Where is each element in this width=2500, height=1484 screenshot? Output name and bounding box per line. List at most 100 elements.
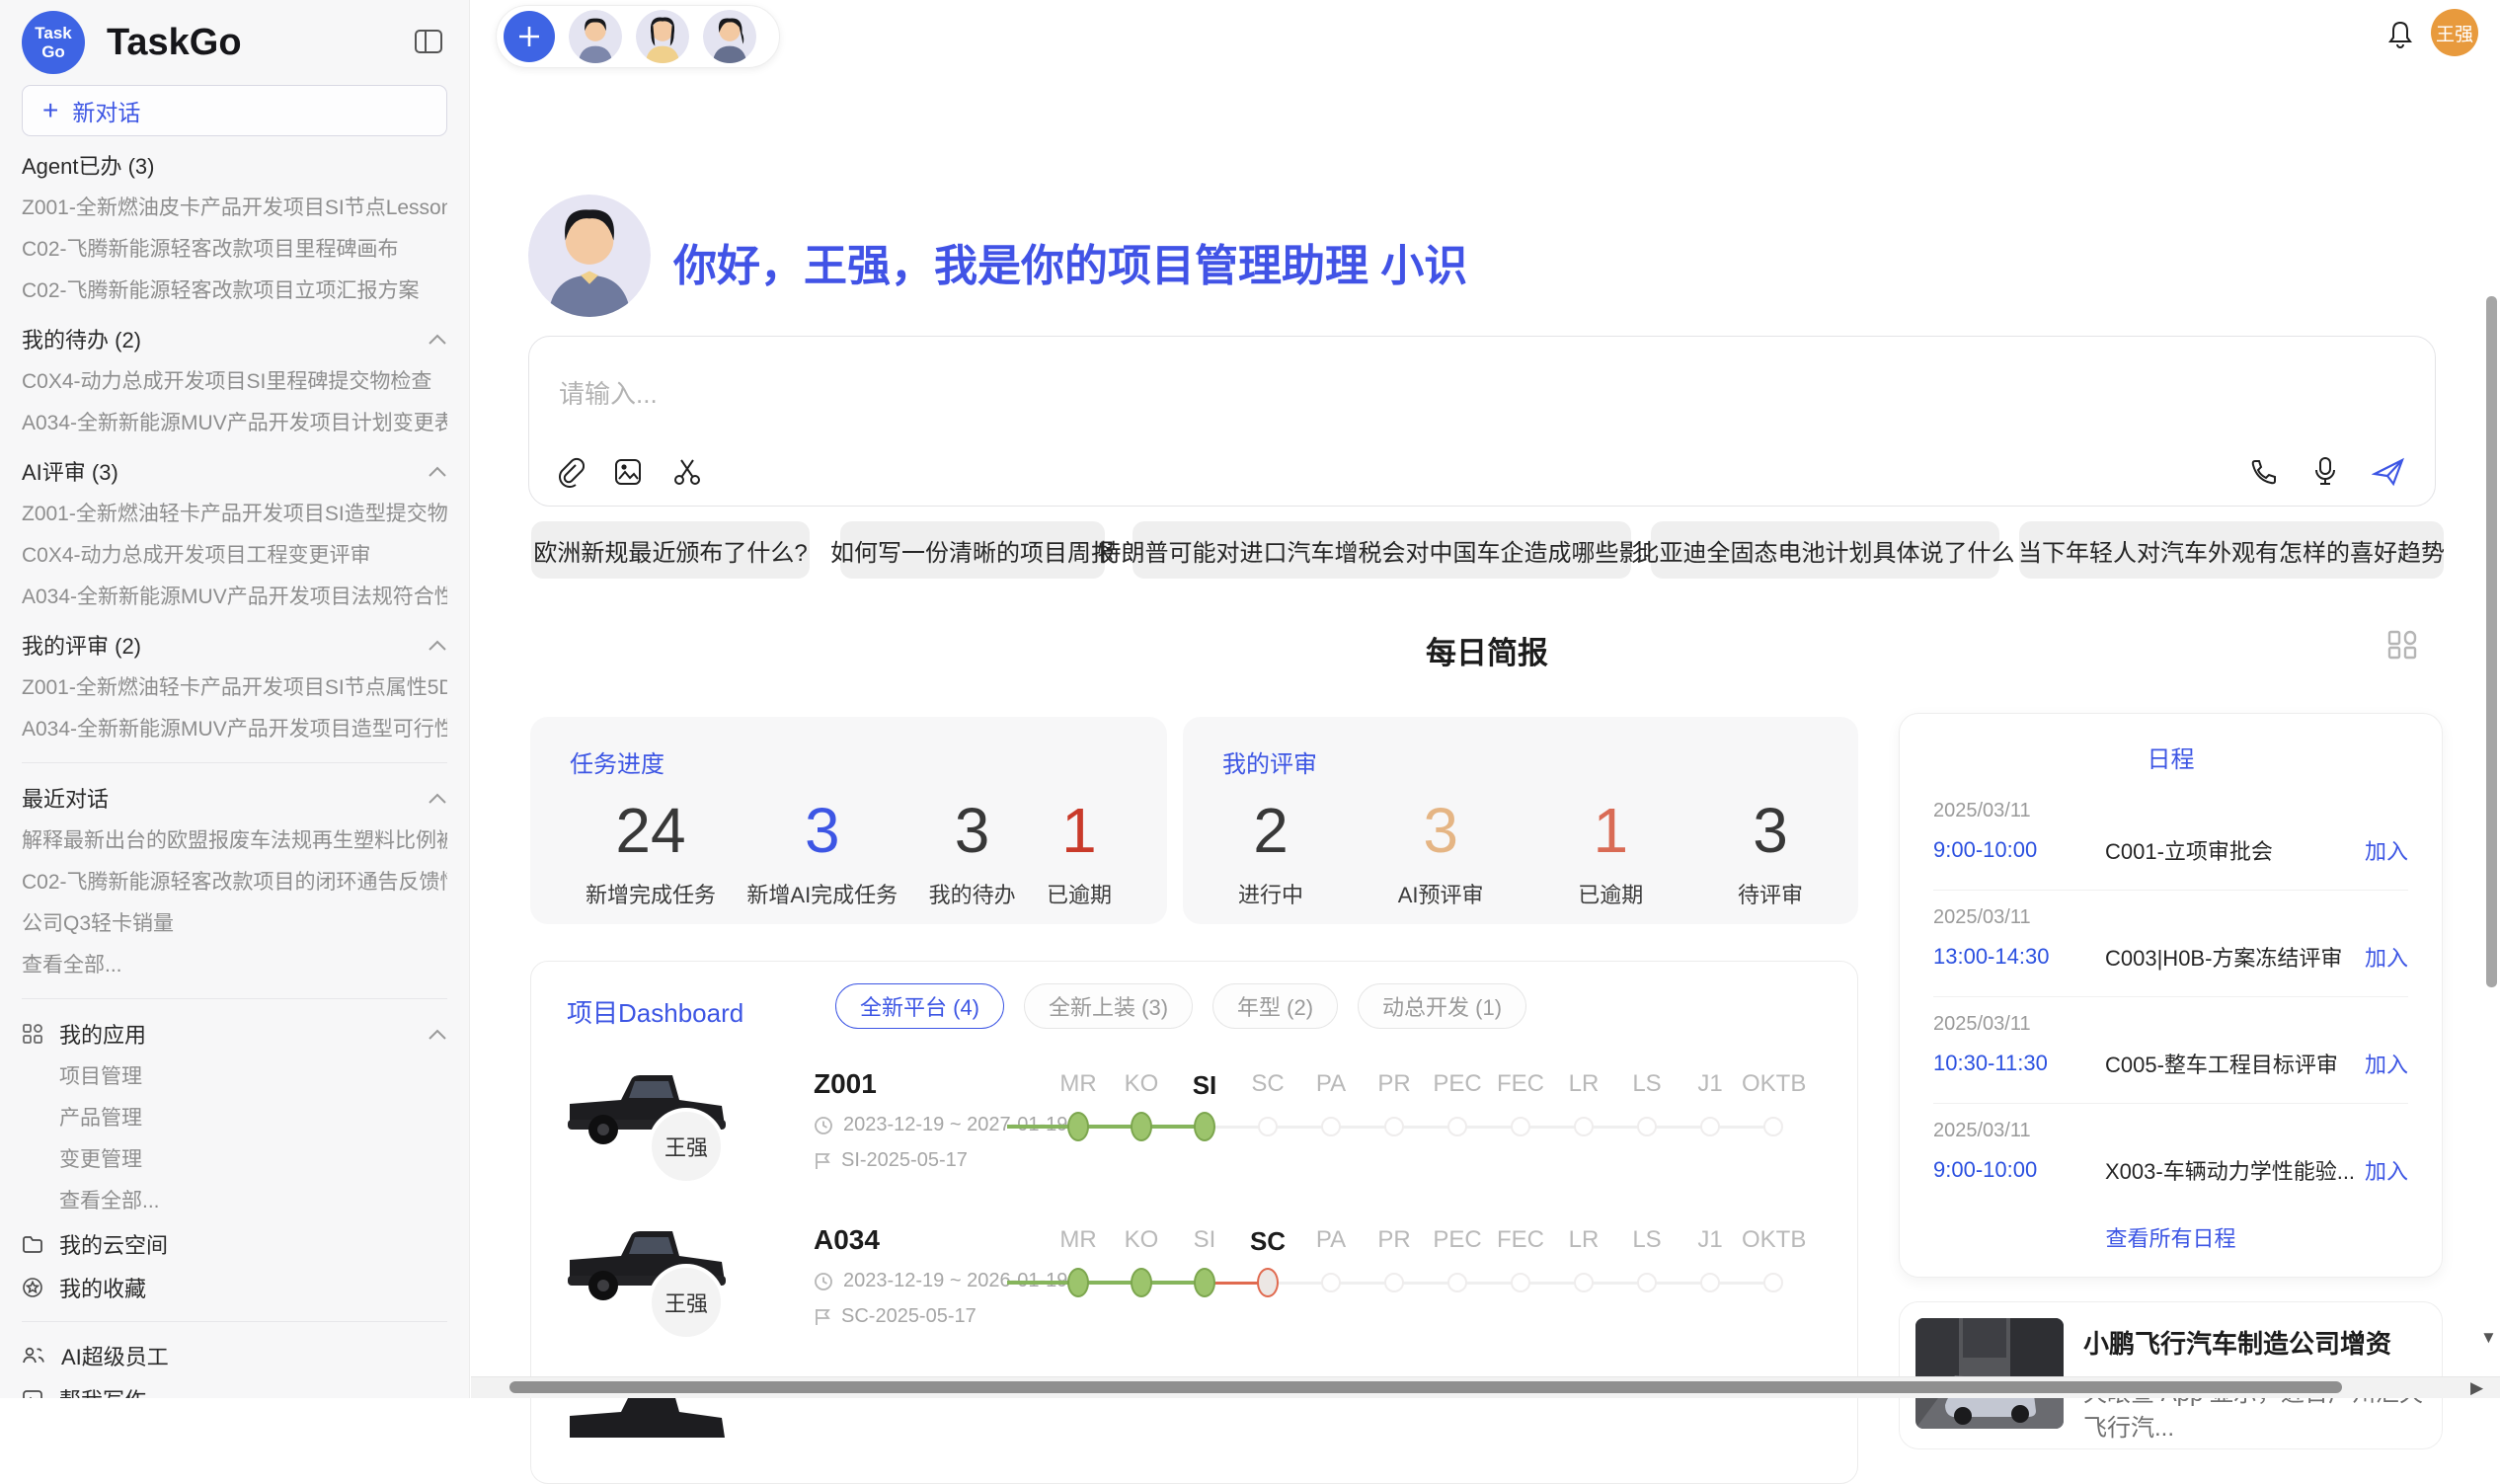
section-my-review[interactable]: 我的评审 (2) — [22, 622, 447, 667]
app-item-product-mgmt[interactable]: 产品管理 — [22, 1098, 447, 1139]
schedule-item[interactable]: 2025/03/11 10:30-11:30 C005-整车工程目标评审 加入 — [1933, 997, 2408, 1103]
agent-avatar-1[interactable] — [569, 10, 622, 63]
user-avatar[interactable]: 王强 — [2431, 9, 2478, 56]
sidebar-task-item[interactable]: C0X4-动力总成开发项目工程变更评审 — [22, 535, 447, 577]
sidebar-task-item[interactable]: A034-全新新能源MUV产品开发项目计划变更表编写 — [22, 403, 447, 444]
sidebar-task-item[interactable]: Z001-全新燃油轻卡产品开发项目SI节点属性5D文件评审 — [22, 667, 447, 709]
chevron-up-icon[interactable] — [428, 1021, 447, 1047]
sidebar-task-item[interactable]: C02-飞腾新能源轻客改款项目立项汇报方案 — [22, 271, 447, 312]
milestone-timeline: MRKOSISCPAPRPECFECLRLSJ1OKTB — [1007, 1226, 1813, 1335]
tab-year-model[interactable]: 年型 (2) — [1212, 983, 1338, 1029]
recent-chat-item[interactable]: C02-飞腾新能源轻客改款项目的闭环通告反馈情况 — [22, 862, 447, 903]
join-link[interactable]: 加入 — [2365, 834, 2408, 866]
new-chat-button[interactable]: + 新对话 — [22, 85, 447, 136]
add-agent-button[interactable] — [504, 11, 555, 62]
schedule-item[interactable]: 2025/03/11 13:00-14:30 C003|H0B-方案冻结评审 加… — [1933, 891, 2408, 996]
app-item-project-mgmt[interactable]: 项目管理 — [22, 1056, 447, 1098]
schedule-item[interactable]: 2025/03/11 9:00-10:00 X003-车辆动力学性能验... 加… — [1933, 1104, 2408, 1210]
attachment-icon[interactable] — [555, 456, 585, 488]
milestone-label: PA — [1299, 1070, 1363, 1098]
sidebar-item-help-write[interactable]: 帮我写作 — [22, 1377, 447, 1398]
layout-grid-icon[interactable] — [2385, 628, 2419, 666]
agent-avatar-2[interactable] — [636, 10, 689, 63]
join-link[interactable]: 加入 — [2365, 1048, 2408, 1079]
sidebar-item-ai-super-staff[interactable]: AI超级员工 — [22, 1334, 447, 1377]
chevron-up-icon[interactable] — [428, 785, 447, 811]
schedule-time: 9:00-10:00 — [1933, 837, 2081, 863]
vertical-scrollbar-thumb[interactable] — [2486, 296, 2497, 987]
flag-icon — [814, 1307, 831, 1327]
sidebar-task-item[interactable]: Z001-全新燃油轻卡产品开发项目SI造型提交物评审 — [22, 494, 447, 535]
tab-new-platform[interactable]: 全新平台 (4) — [835, 983, 1004, 1029]
milestone-label: SC — [1236, 1070, 1299, 1098]
section-my-apps[interactable]: 我的应用 — [22, 1011, 447, 1056]
tab-new-body[interactable]: 全新上装 (3) — [1024, 983, 1193, 1029]
project-row[interactable]: 王强 Z001 2023-12-19 ~ 2027-01-19 SI-2025-… — [531, 1060, 1858, 1216]
timeline-progress-line — [1007, 1125, 1205, 1129]
project-code: A034 — [814, 1224, 880, 1256]
scissors-icon[interactable] — [671, 456, 703, 488]
recent-chat-item[interactable]: 解释最新出台的欧盟报废车法规再生塑料比例被调至15%... — [22, 820, 447, 862]
section-recent-chats[interactable]: 最近对话 — [22, 775, 447, 820]
suggestion-chip[interactable]: 欧洲新规最近颁布了什么? — [531, 521, 810, 579]
chevron-up-icon[interactable] — [428, 458, 447, 484]
milestone-label: FEC — [1489, 1070, 1552, 1098]
project-row[interactable]: 王强 A034 2023-12-19 ~ 2026-01-19 SC-2025-… — [531, 1216, 1858, 1372]
milestone-label: SI — [1173, 1070, 1236, 1101]
milestone-label: PA — [1299, 1226, 1363, 1254]
schedule-title: 日程 — [1933, 740, 2408, 774]
horizontal-scrollbar-thumb[interactable] — [509, 1381, 2342, 1393]
stat-label: 已逾期 — [1047, 878, 1112, 909]
tab-powertrain[interactable]: 动总开发 (1) — [1358, 983, 1526, 1029]
chevron-up-icon[interactable] — [428, 326, 447, 351]
join-link[interactable]: 加入 — [2365, 941, 2408, 973]
schedule-date: 2025/03/11 — [1933, 1013, 2408, 1036]
milestone-label: LR — [1552, 1070, 1615, 1098]
suggestion-chip[interactable]: 比亚迪全固态电池计划具体说了什么 — [1651, 521, 1999, 579]
chevron-up-icon[interactable] — [428, 632, 447, 658]
send-icon[interactable] — [2372, 456, 2405, 488]
sidebar-task-item[interactable]: C02-飞腾新能源轻客改款项目里程碑画布 — [22, 229, 447, 271]
suggestion-chip[interactable]: 如何写一份清晰的项目周报 — [840, 521, 1105, 579]
section-agent-done[interactable]: Agent已办 (3) — [22, 142, 447, 188]
suggestion-chip[interactable]: 当下年轻人对汽车外观有怎样的喜好趋势 — [2019, 521, 2444, 579]
app-item-change-mgmt[interactable]: 变更管理 — [22, 1139, 447, 1181]
notification-bell-icon[interactable] — [2385, 19, 2415, 55]
scroll-down-arrow[interactable]: ▼ — [2480, 1328, 2497, 1348]
microphone-icon[interactable] — [2312, 456, 2338, 488]
project-flag: SI-2025-05-17 — [841, 1149, 968, 1172]
sidebar-task-item[interactable]: A034-全新新能源MUV产品开发项目造型可行性评审 — [22, 709, 447, 750]
schedule-item[interactable]: 2025/03/11 9:00-10:00 C001-立项审批会 加入 — [1933, 784, 2408, 890]
sidebar-item-cloud-space[interactable]: 我的云空间 — [22, 1222, 447, 1266]
section-label: 我的评审 (2) — [22, 629, 141, 661]
news-card[interactable]: 小鹏飞行汽车制造公司增资 天眼查 App 显示，近日广州汇天飞行汽... — [1899, 1301, 2443, 1449]
recent-view-all[interactable]: 查看全部... — [22, 945, 447, 986]
image-upload-icon[interactable] — [612, 456, 644, 488]
sidebar-item-label: AI超级员工 — [61, 1340, 169, 1371]
join-link[interactable]: 加入 — [2365, 1154, 2408, 1186]
sidebar-collapse-icon[interactable] — [414, 28, 443, 60]
stat-my-todo: 3 我的待办 — [929, 793, 1016, 909]
stat-label: 新增AI完成任务 — [746, 878, 898, 909]
sidebar-item-favorites[interactable]: 我的收藏 — [22, 1266, 447, 1309]
recent-chat-item[interactable]: 公司Q3轻卡销量 — [22, 903, 447, 945]
sidebar-task-item[interactable]: A034-全新新能源MUV产品开发项目法规符合性评审 — [22, 577, 447, 618]
phone-call-icon[interactable] — [2249, 457, 2279, 487]
sidebar-task-item[interactable]: Z001-全新燃油皮卡产品开发项目SI节点Lesson Learn报告 — [22, 188, 447, 229]
view-all-schedule-link[interactable]: 查看所有日程 — [1933, 1221, 2408, 1253]
schedule-date: 2025/03/11 — [1933, 800, 2408, 822]
section-my-todo[interactable]: 我的待办 (2) — [22, 316, 447, 361]
milestone-label: MR — [1047, 1070, 1110, 1098]
sidebar-item-label: 帮我写作 — [59, 1383, 146, 1398]
milestone-node-future — [1637, 1117, 1657, 1136]
chat-input-card[interactable]: 请输入... — [528, 336, 2436, 507]
apps-view-all[interactable]: 查看全部... — [22, 1181, 447, 1222]
suggestion-chip[interactable]: 特朗普可能对进口汽车增税会对中国车企造成哪些影响 — [1133, 521, 1631, 579]
section-ai-review[interactable]: AI评审 (3) — [22, 448, 447, 494]
stat-new-completed: 24 新增完成任务 — [586, 793, 716, 909]
milestone-label: PR — [1363, 1070, 1426, 1098]
sidebar-task-item[interactable]: C0X4-动力总成开发项目SI里程碑提交物检查 — [22, 361, 447, 403]
agent-avatar-3[interactable] — [703, 10, 756, 63]
scroll-right-arrow[interactable]: ▶ — [2470, 1378, 2483, 1398]
stat-value: 24 — [586, 793, 716, 868]
